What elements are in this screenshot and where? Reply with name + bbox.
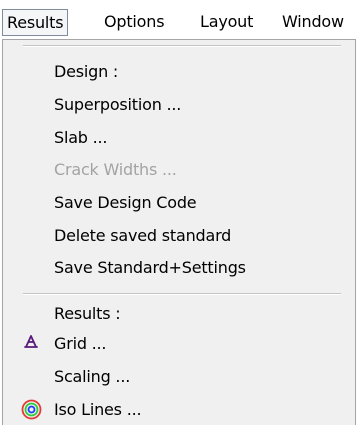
menu-item-crack-widths: Crack Widths ... xyxy=(54,160,177,179)
menu-item-results-header: Results : xyxy=(54,304,121,323)
menu-item-superposition[interactable]: Superposition ... xyxy=(54,92,181,118)
menu-window[interactable]: Window xyxy=(282,9,344,36)
menu-bar: Results Options Layout Window xyxy=(0,0,357,42)
menu-options[interactable]: Options xyxy=(104,9,165,36)
menu-results[interactable]: Results xyxy=(2,9,69,36)
menu-item-grid[interactable]: Grid ... xyxy=(54,331,107,357)
iso-lines-icon xyxy=(21,399,42,420)
menu-item-save-design-code[interactable]: Save Design Code xyxy=(54,190,197,216)
menu-item-save-standard-settings[interactable]: Save Standard+Settings xyxy=(54,255,246,281)
menu-layout[interactable]: Layout xyxy=(200,9,253,36)
menu-separator xyxy=(23,293,341,295)
menu-item-slab[interactable]: Slab ... xyxy=(54,125,108,151)
menu-separator xyxy=(23,45,341,47)
menu-item-scaling[interactable]: Scaling ... xyxy=(54,364,130,390)
menu-item-iso-lines[interactable]: Iso Lines ... xyxy=(54,397,142,423)
grid-triangle-icon xyxy=(24,334,38,348)
menu-item-delete-saved-standard[interactable]: Delete saved standard xyxy=(54,223,231,249)
menu-item-design-header: Design : xyxy=(54,62,119,81)
results-dropdown-menu: Design : Superposition ... Slab ... Crac… xyxy=(2,39,356,425)
